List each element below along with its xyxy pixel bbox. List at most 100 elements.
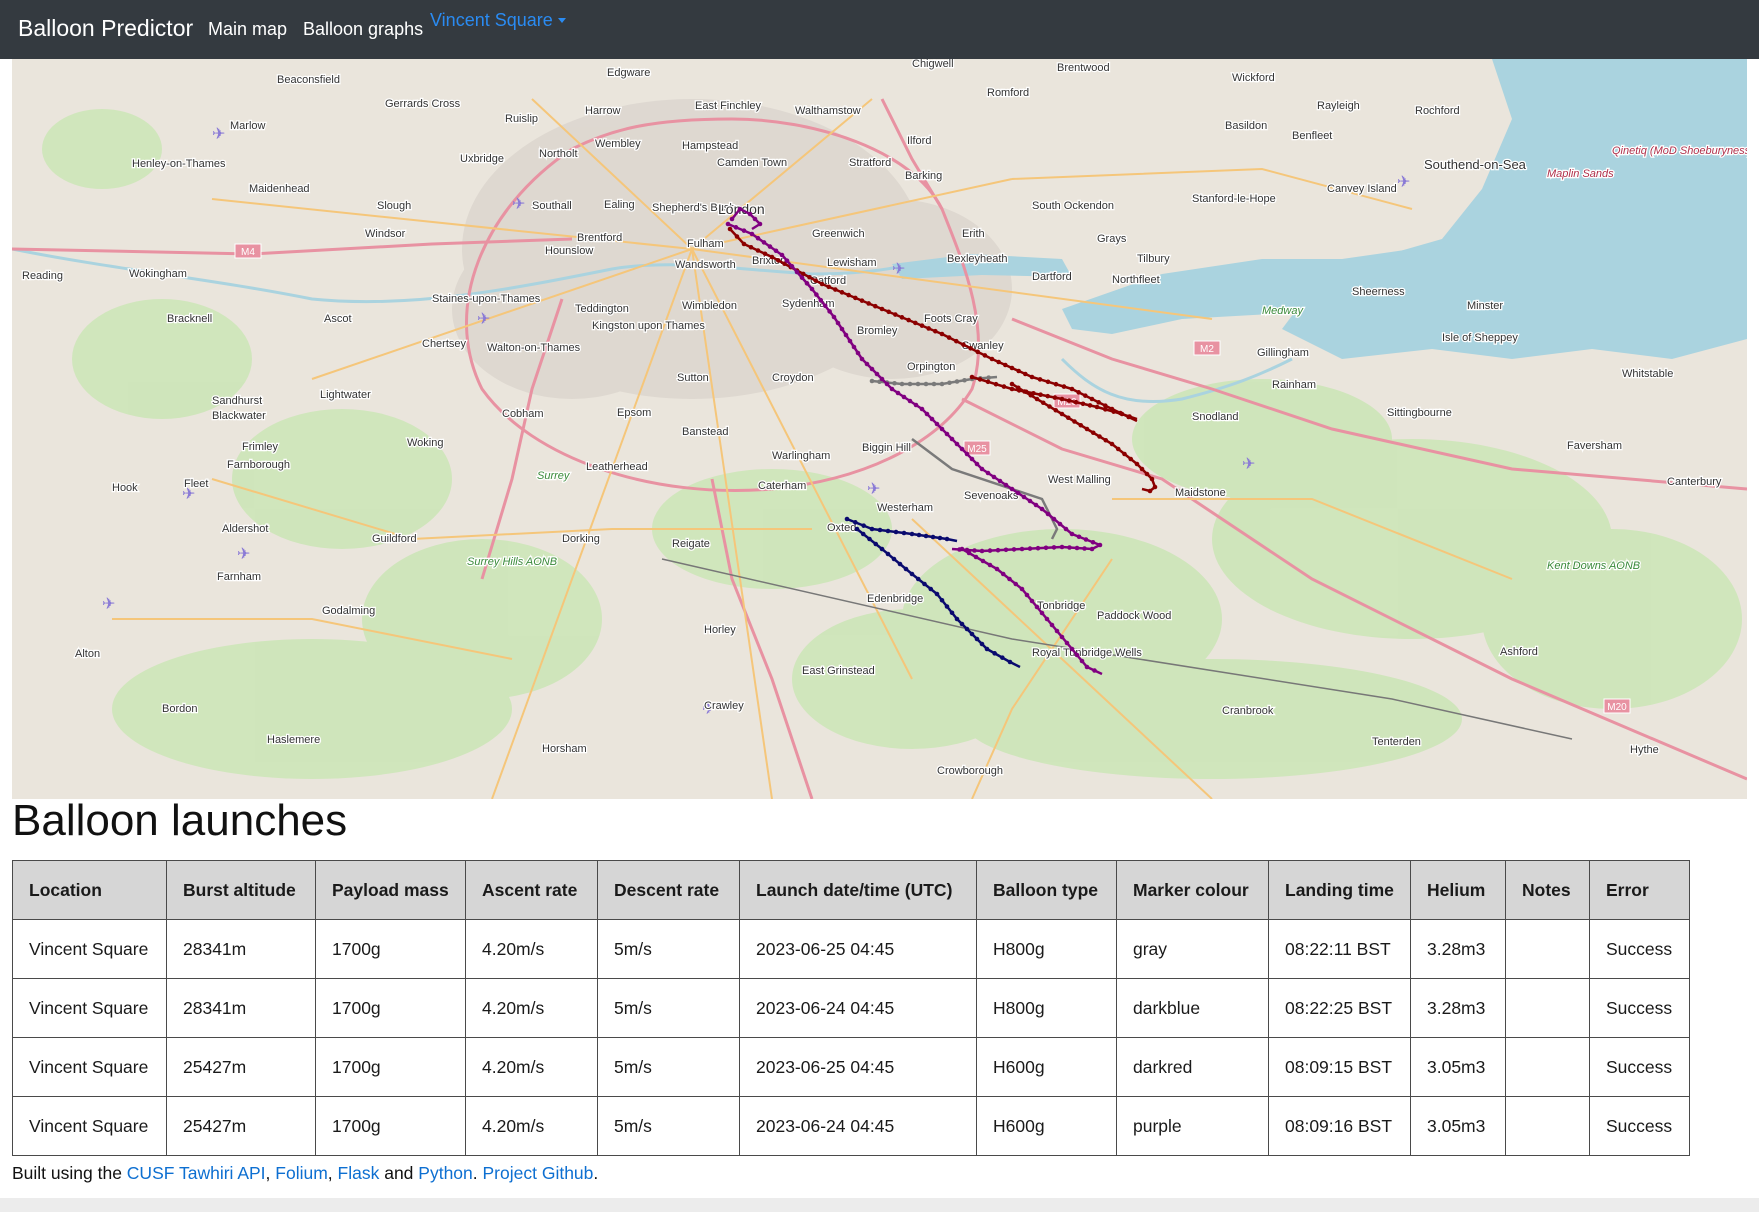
track-point <box>949 436 955 442</box>
track-point <box>1019 546 1025 552</box>
map-place-label: Crowborough <box>937 765 1003 777</box>
track-point <box>1115 446 1121 452</box>
map-place-label: Edgware <box>607 67 650 79</box>
table-row: Vincent Square 28341m 1700g 4.20m/s 5m/s… <box>12 919 1690 979</box>
track-point <box>923 381 929 387</box>
track-point <box>1039 610 1045 616</box>
track-point <box>1000 655 1005 660</box>
map-place-label: Hythe <box>1630 744 1659 756</box>
track-point <box>877 527 883 533</box>
track-point <box>761 240 767 245</box>
track-point <box>1047 404 1052 409</box>
map-place-label: Uxbridge <box>460 153 504 165</box>
track-point <box>974 461 980 467</box>
location-dropdown[interactable]: Vincent Square <box>430 10 566 31</box>
track-point <box>1069 646 1075 652</box>
track-point <box>749 231 755 237</box>
track-point <box>1078 422 1084 428</box>
track-point <box>929 416 935 422</box>
track-point <box>939 597 945 603</box>
map-place-label: Rayleigh <box>1317 100 1360 112</box>
track-point <box>1080 401 1086 407</box>
road-label: M4 <box>241 247 255 258</box>
track-point <box>819 281 825 287</box>
track-point <box>991 474 997 480</box>
track-point <box>1079 658 1085 664</box>
brand-link[interactable]: Balloon Predictor <box>18 15 193 42</box>
map-place-label: Fleet <box>184 478 208 490</box>
horizontal-scrollbar[interactable] <box>0 1198 1759 1212</box>
cusf-tawhiri-link[interactable]: CUSF Tawhiri API <box>127 1163 266 1183</box>
track-point <box>954 441 960 447</box>
track-point <box>1074 545 1080 551</box>
track-point <box>1039 506 1045 512</box>
map-place-label: Sutton <box>677 372 709 384</box>
track-point <box>874 371 880 377</box>
cell-location: Vincent Square <box>12 1037 167 1097</box>
track-point <box>1044 616 1050 622</box>
cell-marker-colour: gray <box>1116 919 1269 979</box>
map-place-label: Farnborough <box>227 459 290 471</box>
track-point <box>994 566 1000 572</box>
track-point <box>913 320 918 326</box>
cell-payload-mass: 1700g <box>315 1037 466 1097</box>
map-place-label: Greenwich <box>812 228 865 240</box>
map-place-label: Kingston upon Thames <box>592 320 705 332</box>
map-place-label: Royal Tunbridge Wells <box>1032 647 1142 659</box>
map-place-label: Minster <box>1467 300 1503 312</box>
track-point <box>867 536 872 542</box>
track-point <box>1073 399 1079 405</box>
track-point <box>923 533 929 539</box>
nav-main-map[interactable]: Main map <box>208 19 287 40</box>
map-place-label: Maidenhead <box>249 183 310 195</box>
track-point <box>1059 396 1065 402</box>
track-point <box>1009 365 1015 371</box>
track-point <box>989 356 995 362</box>
track-point <box>1119 411 1125 417</box>
track-point <box>889 386 895 392</box>
folium-link[interactable]: Folium <box>275 1163 328 1183</box>
track-point <box>1034 604 1040 610</box>
track-point <box>939 331 945 337</box>
map-place-label: Slough <box>377 200 411 212</box>
track-point <box>913 402 919 408</box>
track-point <box>986 375 991 380</box>
flask-link[interactable]: Flask <box>338 1163 380 1183</box>
track-point <box>835 320 841 326</box>
project-github-link[interactable]: Project Github <box>483 1163 594 1183</box>
nav-balloon-graphs[interactable]: Balloon graphs <box>303 19 423 40</box>
track-point <box>755 235 761 241</box>
cell-launch-datetime: 2023-06-25 04:45 <box>739 1037 977 1097</box>
map-place-label: Hook <box>112 482 138 494</box>
track-point <box>969 631 975 637</box>
map-place-label: Wandsworth <box>675 259 736 271</box>
track-point <box>939 381 945 387</box>
track-point <box>733 225 739 230</box>
map-place-label: Staines-upon-Thames <box>432 293 541 305</box>
map-place-label: Canvey Island <box>1327 183 1397 195</box>
map-view[interactable]: ✈ ✈ ✈ ✈ ✈ ✈ ✈ ✈ ✈ ✈ ✈ Beaconsfield Gerrards Cros… <box>12 59 1747 799</box>
cell-payload-mass: 1700g <box>315 919 466 979</box>
track-point <box>930 534 936 540</box>
col-balloon-type: Balloon type <box>976 860 1117 920</box>
track-point <box>741 241 747 247</box>
col-error: Error <box>1589 860 1690 920</box>
map-place-label: Crawley <box>704 700 744 712</box>
cell-error: Success <box>1589 1037 1690 1097</box>
map-place-label: Walton-on-Thames <box>487 342 581 354</box>
map-place-label: Maplin Sands <box>1547 168 1614 180</box>
track-point <box>1109 441 1115 447</box>
track-point <box>1059 634 1065 640</box>
cell-helium: 3.28m3 <box>1410 919 1506 979</box>
track-point <box>1094 404 1100 410</box>
cell-landing-time: 08:22:11 BST <box>1268 919 1411 979</box>
map-place-label: Bexleyheath <box>947 253 1008 265</box>
map-place-label: Tenterden <box>1372 736 1421 748</box>
track-point <box>934 591 940 597</box>
track-point <box>893 529 899 535</box>
col-notes: Notes <box>1505 860 1590 920</box>
track-point <box>979 641 985 647</box>
track-point <box>809 286 815 292</box>
python-link[interactable]: Python <box>418 1163 472 1183</box>
cell-payload-mass: 1700g <box>315 1096 466 1156</box>
